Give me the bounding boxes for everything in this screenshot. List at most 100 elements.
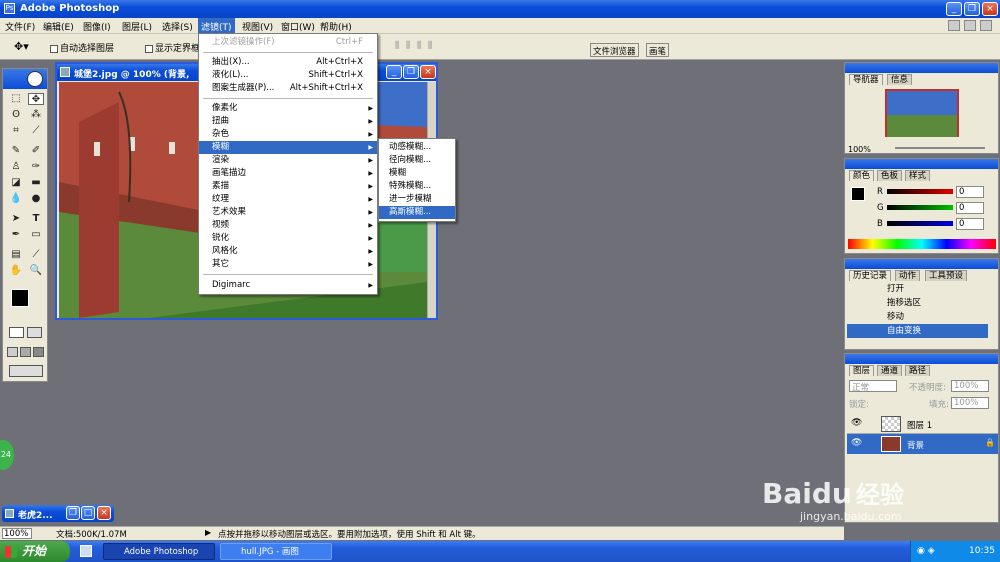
menu-item-texture[interactable]: 纹理 ▶ [199, 193, 377, 206]
submenu-gaussian-blur[interactable]: 高斯模糊... [379, 206, 455, 219]
menu-item-blur[interactable]: 模糊 ▶ [199, 141, 377, 154]
tab-history[interactable]: 历史记录 [849, 270, 892, 281]
eye-logo-icon[interactable] [27, 71, 43, 87]
menu-item-liquify[interactable]: 液化(L)... Shift+Ctrl+X [199, 69, 377, 82]
foreground-color-swatch[interactable] [11, 289, 29, 307]
stamp-tool-icon[interactable]: ♙ [8, 161, 24, 173]
menu-layer[interactable]: 图层(L) [122, 20, 152, 33]
menu-item-brush-strokes[interactable]: 画笔描边 ▶ [199, 167, 377, 180]
notes-tool-icon[interactable]: ▤ [8, 249, 24, 261]
tab-styles[interactable]: 样式 [905, 170, 931, 181]
task-photoshop[interactable]: Adobe Photoshop [103, 543, 215, 560]
submenu-smart-blur[interactable]: 特殊模糊... [379, 180, 455, 193]
menu-item-video[interactable]: 视频 ▶ [199, 219, 377, 232]
move-tool-icon[interactable]: ✥▾ [14, 40, 29, 53]
doc-restore-icon[interactable] [964, 20, 976, 31]
menu-edit[interactable]: 编辑(E) [43, 20, 74, 33]
tab-swatches[interactable]: 色板 [877, 170, 903, 181]
tab-actions[interactable]: 动作 [895, 270, 921, 281]
color-spectrum-bar[interactable] [848, 239, 996, 249]
restore-button[interactable]: ❐ [964, 2, 980, 16]
navigator-zoom[interactable]: 100% [848, 145, 871, 154]
eraser-tool-icon[interactable]: ◪ [8, 177, 24, 189]
opacity-field[interactable]: 100% [951, 380, 989, 392]
minimized-document[interactable]: 老虎2... ❐ □ × [2, 505, 114, 522]
zoom-tool-icon[interactable]: 🔍 [28, 265, 44, 277]
screen-mode-2-icon[interactable] [20, 347, 31, 357]
align-icons[interactable]: ⫼ ⫼ ⫼ ⫼ [395, 41, 434, 51]
auto-select-checkbox[interactable]: 自动选择图层 [50, 41, 114, 54]
tab-tool-presets[interactable]: 工具预设 [925, 270, 968, 281]
r-value[interactable]: 0 [956, 186, 984, 198]
jump-to-imageready-icon[interactable] [9, 365, 43, 377]
dodge-tool-icon[interactable]: ● [28, 193, 44, 205]
menu-item-noise[interactable]: 杂色 ▶ [199, 128, 377, 141]
tab-info[interactable]: 信息 [887, 74, 913, 85]
history-item[interactable]: 移动 [847, 310, 988, 324]
move-tool-icon[interactable]: ✥ [28, 93, 44, 105]
lasso-tool-icon[interactable]: ʘ [8, 109, 24, 121]
navigator-thumbnail[interactable] [885, 89, 959, 137]
min-restore-button[interactable]: ❐ [66, 506, 80, 520]
b-value[interactable]: 0 [956, 218, 984, 230]
blur-tool-icon[interactable]: 💧 [8, 193, 24, 205]
tab-channels[interactable]: 通道 [877, 365, 903, 376]
submenu-radial-blur[interactable]: 径向模糊... [379, 154, 455, 167]
standard-mode-icon[interactable] [9, 327, 24, 338]
menu-window[interactable]: 窗口(W) [281, 20, 315, 33]
slice-tool-icon[interactable]: ⟋ [28, 125, 44, 137]
file-browser-tab[interactable]: 文件浏览器 [590, 43, 639, 57]
history-item[interactable]: 打开 [847, 282, 988, 296]
color-foreground-swatch[interactable] [851, 187, 865, 201]
eye-icon[interactable]: 👁 [851, 438, 862, 448]
fill-field[interactable]: 100% [951, 397, 989, 409]
screen-mode-3-icon[interactable] [33, 347, 44, 357]
menu-view[interactable]: 视图(V) [242, 20, 273, 33]
type-tool-icon[interactable]: T [28, 213, 44, 225]
submenu-blur[interactable]: 模糊 [379, 167, 455, 180]
navigator-zoom-slider[interactable] [895, 147, 985, 149]
show-bounds-checkbox[interactable]: 显示定界框 [145, 41, 200, 54]
layer-row-selected[interactable]: 👁 背景 🔒 [847, 434, 998, 454]
menu-item-stylize[interactable]: 风格化 ▶ [199, 245, 377, 258]
b-slider[interactable] [887, 221, 953, 226]
marquee-tool-icon[interactable]: ⬚ [8, 93, 24, 105]
tab-color[interactable]: 颜色 [849, 170, 875, 181]
menu-item-sharpen[interactable]: 锐化 ▶ [199, 232, 377, 245]
brushes-tab[interactable]: 画笔 [646, 43, 670, 57]
blend-mode-select[interactable]: 正常 [849, 380, 897, 393]
crop-tool-icon[interactable]: ⌗ [8, 125, 24, 137]
path-select-icon[interactable]: ➤ [8, 213, 24, 225]
eyedropper-icon[interactable]: ⟋ [28, 249, 44, 261]
screen-mode-1-icon[interactable] [7, 347, 18, 357]
menu-item-digimarc[interactable]: Digimarc ▶ [199, 279, 377, 292]
hand-tool-icon[interactable]: ✋ [8, 265, 24, 277]
menu-filter[interactable]: 滤镜(T) [198, 18, 235, 33]
tab-layers[interactable]: 图层 [849, 365, 875, 376]
menu-item-render[interactable]: 渲染 ▶ [199, 154, 377, 167]
menu-image[interactable]: 图像(I) [83, 20, 111, 33]
doc-close-icon[interactable] [980, 20, 992, 31]
g-slider[interactable] [887, 205, 953, 210]
history-item-selected[interactable]: 自由变换 [847, 324, 988, 338]
tab-navigator[interactable]: 导航器 [849, 74, 883, 85]
brush-tool-icon[interactable]: ✐ [28, 145, 44, 157]
history-item[interactable]: 拖移选区 [847, 296, 988, 310]
close-button[interactable]: × [982, 2, 998, 16]
menu-help[interactable]: 帮助(H) [320, 20, 352, 33]
quick-mask-icon[interactable] [27, 327, 42, 338]
history-brush-icon[interactable]: ✑ [28, 161, 44, 173]
doc-restore-button[interactable]: ❐ [403, 65, 419, 79]
submenu-blur-more[interactable]: 进一步模糊 [379, 193, 455, 206]
r-slider[interactable] [887, 189, 953, 194]
magic-wand-icon[interactable]: ⁂ [28, 109, 44, 121]
menu-item-pattern-maker[interactable]: 图案生成器(P)... Alt+Shift+Ctrl+X [199, 82, 377, 95]
menu-item-pixelate[interactable]: 像素化 ▶ [199, 102, 377, 115]
doc-size-info[interactable]: 文档:500K/1.07M [56, 528, 127, 540]
gradient-tool-icon[interactable]: ▬ [28, 177, 44, 189]
zoom-field[interactable]: 100% [2, 528, 32, 539]
tab-paths[interactable]: 路径 [905, 365, 931, 376]
menu-item-extract[interactable]: 抽出(X)... Alt+Ctrl+X [199, 56, 377, 69]
task-paint[interactable]: hull.JPG - 画图 [220, 543, 332, 560]
doc-close-button[interactable]: × [420, 65, 436, 79]
